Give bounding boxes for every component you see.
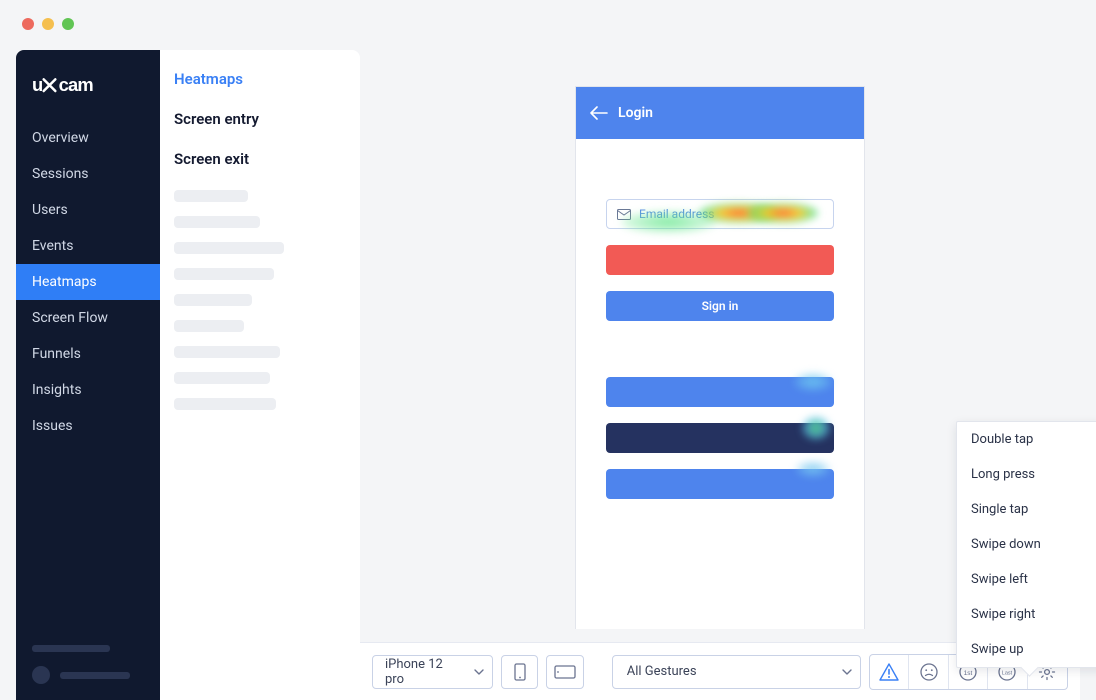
- svg-text:Last: Last: [1002, 670, 1013, 676]
- sidebar-nav: Overview Sessions Users Events Heatmaps …: [16, 120, 160, 444]
- sidebar-footer: [16, 629, 160, 700]
- orientation-landscape-button[interactable]: [546, 655, 583, 689]
- gesture-option-swipe-left[interactable]: Swipe left: [957, 562, 1096, 597]
- sidebar-item-funnels[interactable]: Funnels: [16, 336, 160, 372]
- sidebar-item-heatmaps[interactable]: Heatmaps: [16, 264, 160, 300]
- screen-navbar: Login: [576, 87, 864, 139]
- gesture-option-long-press[interactable]: Long press: [957, 457, 1096, 492]
- window-zoom-dot[interactable]: [62, 18, 74, 30]
- gesture-option-double-tap[interactable]: Double tap: [957, 422, 1096, 457]
- unresponsive-gesture-button[interactable]: [870, 655, 909, 689]
- gesture-option-swipe-right[interactable]: Swipe right: [957, 597, 1096, 632]
- subnav-item-heatmaps[interactable]: Heatmaps: [174, 70, 346, 88]
- screen-body: Email address Sign in: [576, 139, 864, 629]
- svg-text:cam: cam: [59, 74, 94, 95]
- skeleton-line: [174, 372, 270, 384]
- skeleton-line: [174, 190, 248, 202]
- sidebar-item-screen-flow[interactable]: Screen Flow: [16, 300, 160, 336]
- gesture-select-value: All Gestures: [627, 664, 697, 679]
- sidebar: u cam Overview Sessions Users Events Hea…: [16, 50, 160, 700]
- skeleton-line: [174, 398, 276, 410]
- chevron-down-icon: [474, 669, 484, 675]
- gesture-dropdown-menu: Double tap Long press Single tap Swipe d…: [956, 421, 1096, 668]
- back-arrow-icon: [590, 106, 608, 120]
- sidebar-item-insights[interactable]: Insights: [16, 372, 160, 408]
- gesture-option-single-tap[interactable]: Single tap: [957, 492, 1096, 527]
- subnav: Heatmaps Screen entry Screen exit: [160, 50, 360, 700]
- error-button: [606, 245, 834, 275]
- sidebar-item-issues[interactable]: Issues: [16, 408, 160, 444]
- orientation-portrait-button[interactable]: [501, 655, 538, 689]
- skeleton-line: [174, 346, 280, 358]
- svg-text:1st: 1st: [964, 670, 973, 677]
- screen-title: Login: [618, 105, 653, 121]
- device-select[interactable]: iPhone 12 pro: [372, 655, 493, 689]
- signin-button: Sign in: [606, 291, 834, 321]
- sidebar-item-users[interactable]: Users: [16, 192, 160, 228]
- login-option-1: [606, 377, 834, 407]
- rage-gesture-button[interactable]: [909, 655, 948, 689]
- gesture-option-swipe-up[interactable]: Swipe up: [957, 632, 1096, 667]
- gesture-select[interactable]: All Gestures: [612, 655, 861, 689]
- skeleton-line: [174, 294, 252, 306]
- skeleton-line: [174, 268, 274, 280]
- login-option-3: [606, 469, 834, 499]
- email-placeholder: Email address: [639, 207, 714, 221]
- skeleton-line: [174, 242, 284, 254]
- brand-logo: u cam: [16, 64, 160, 120]
- device-preview: Login Email address Sign in: [575, 86, 865, 629]
- subnav-item-screen-entry[interactable]: Screen entry: [174, 110, 346, 128]
- chevron-down-icon: [842, 669, 852, 675]
- login-option-2: [606, 423, 834, 453]
- gesture-option-swipe-down[interactable]: Swipe down: [957, 527, 1096, 562]
- window-traffic-lights: [22, 18, 74, 30]
- sidebar-item-overview[interactable]: Overview: [16, 120, 160, 156]
- main: Login Email address Sign in: [360, 50, 1080, 700]
- svg-text:u: u: [32, 74, 42, 95]
- window-close-dot[interactable]: [22, 18, 34, 30]
- skeleton-line: [174, 320, 244, 332]
- sidebar-item-sessions[interactable]: Sessions: [16, 156, 160, 192]
- skeleton-line: [174, 216, 260, 228]
- window-minimize-dot[interactable]: [42, 18, 54, 30]
- subnav-item-screen-exit[interactable]: Screen exit: [174, 150, 346, 168]
- email-field: Email address: [606, 199, 834, 229]
- sidebar-item-events[interactable]: Events: [16, 228, 160, 264]
- mail-icon: [617, 209, 631, 220]
- user-menu[interactable]: [32, 666, 144, 684]
- avatar: [32, 666, 50, 684]
- skeleton-line: [32, 645, 110, 652]
- device-select-value: iPhone 12 pro: [385, 657, 464, 687]
- skeleton-line: [60, 672, 130, 679]
